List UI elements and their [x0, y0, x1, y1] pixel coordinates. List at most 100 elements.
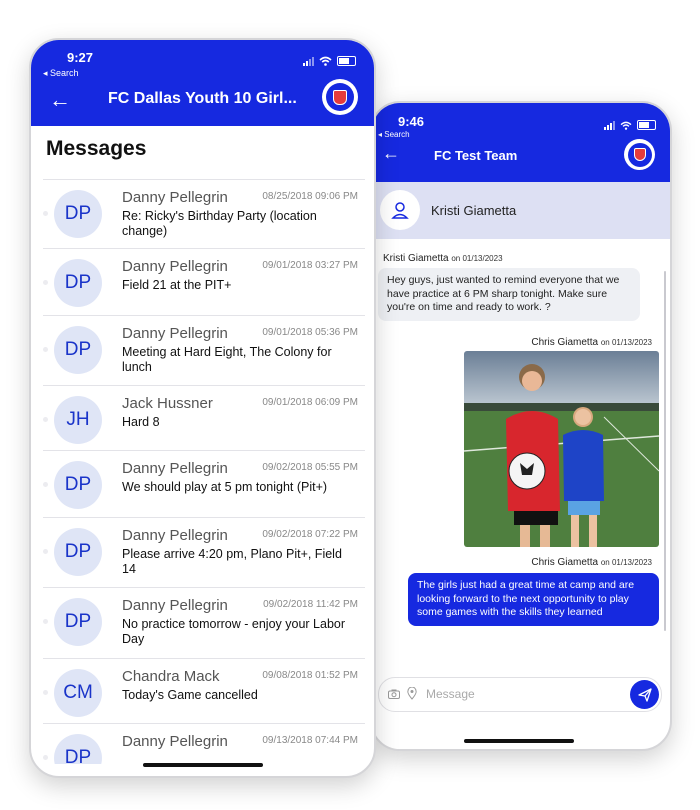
- message-preview: Re: Ricky's Birthday Party (location cha…: [122, 209, 317, 238]
- message-preview: Field 21 at the PIT+: [122, 278, 232, 292]
- message-preview: Today's Game cancelled: [122, 688, 258, 702]
- location-pin-icon[interactable]: [407, 687, 417, 700]
- sender-name: Chandra Mack: [122, 668, 220, 685]
- unread-dot: [43, 211, 48, 216]
- user-icon: [380, 190, 420, 230]
- sender-name: Danny Pellegrin: [122, 733, 228, 750]
- sender-name: Danny Pellegrin: [122, 597, 228, 614]
- message-row[interactable]: DP Danny Pellegrin 08/25/2018 09:06 PM R…: [43, 179, 365, 248]
- back-arrow-icon[interactable]: ←: [49, 87, 71, 113]
- nav-title: FC Dallas Youth 10 Girl...: [108, 90, 297, 107]
- incoming-message-bubble: Hey guys, just wanted to remind everyone…: [378, 268, 640, 321]
- sender-name: Jack Hussner: [122, 395, 213, 412]
- battery-icon: [337, 56, 356, 66]
- avatar: JH: [54, 396, 102, 444]
- unread-dot: [43, 417, 48, 422]
- message-preview: Meeting at Hard Eight, The Colony for lu…: [122, 345, 332, 374]
- status-icons: [303, 56, 356, 66]
- status-time: 9:46: [398, 114, 425, 129]
- message-timestamp: 09/01/2018 06:09 PM: [262, 397, 358, 408]
- avatar: DP: [54, 190, 102, 238]
- chat-date: on 01/13/2023: [600, 558, 652, 567]
- message-row[interactable]: DP Danny Pellegrin 09/01/2018 05:36 PM M…: [43, 315, 365, 385]
- contact-name: Kristi Giametta: [431, 203, 517, 218]
- team-logo-icon[interactable]: [624, 139, 655, 170]
- status-time: 9:27: [67, 50, 94, 65]
- nav-header: 9:27 ◂ Search ← FC Dallas Youth 10 Girl.…: [31, 40, 374, 126]
- unread-dot: [43, 755, 48, 760]
- message-timestamp: 09/01/2018 03:27 PM: [262, 260, 358, 271]
- signal-icon: [604, 120, 615, 130]
- battery-icon: [637, 120, 656, 130]
- unread-dot: [43, 549, 48, 554]
- message-meta: Chris Giametta on 01/13/2023: [531, 557, 652, 568]
- wifi-icon: [319, 56, 332, 66]
- left-phone: 9:27 ◂ Search ← FC Dallas Youth 10 Girl.…: [29, 38, 376, 778]
- message-input[interactable]: Message: [426, 687, 475, 701]
- right-phone: 9:46 ◂ Search ← FC Test Team Kristi Giam…: [370, 101, 672, 751]
- send-icon: [637, 687, 652, 702]
- message-timestamp: 09/01/2018 05:36 PM: [262, 327, 358, 338]
- message-meta: Chris Giametta on 01/13/2023: [531, 337, 652, 348]
- sender-name: Danny Pellegrin: [122, 189, 228, 206]
- chat-sender: Chris Giametta: [531, 557, 599, 568]
- page-title: Messages: [46, 137, 147, 160]
- message-timestamp: 09/08/2018 01:52 PM: [262, 670, 358, 681]
- message-row[interactable]: DP Danny Pellegrin 09/02/2018 05:55 PM W…: [43, 450, 365, 517]
- message-row[interactable]: JH Jack Hussner 09/01/2018 06:09 PM Hard…: [43, 385, 365, 450]
- status-icons: [604, 120, 656, 130]
- back-to-search-link[interactable]: ◂ Search: [43, 68, 79, 79]
- chat-scrollbar[interactable]: [664, 271, 666, 631]
- avatar: DP: [54, 734, 102, 764]
- avatar: DP: [54, 461, 102, 509]
- message-preview: Please arrive 4:20 pm, Plano Pit+, Field…: [122, 547, 342, 576]
- chat-sender: Kristi Giametta: [383, 253, 449, 264]
- avatar: DP: [54, 528, 102, 576]
- message-timestamp: 09/02/2018 11:42 PM: [263, 599, 358, 610]
- message-timestamp: 09/13/2018 07:44 PM: [262, 735, 358, 746]
- signal-icon: [303, 56, 314, 66]
- home-indicator: [143, 763, 263, 767]
- message-row[interactable]: DP Danny Pellegrin 09/02/2018 07:22 PM P…: [43, 517, 365, 587]
- unread-dot: [43, 482, 48, 487]
- sender-name: Danny Pellegrin: [122, 258, 228, 275]
- message-timestamp: 08/25/2018 09:06 PM: [262, 191, 358, 202]
- unread-dot: [43, 619, 48, 624]
- chat-sender: Chris Giametta: [531, 337, 599, 348]
- send-button[interactable]: [630, 680, 659, 709]
- message-row[interactable]: DP Danny Pellegrin 09/02/2018 11:42 PM N…: [43, 587, 365, 658]
- sender-name: Danny Pellegrin: [122, 460, 228, 477]
- avatar: DP: [54, 326, 102, 374]
- message-preview: We should play at 5 pm tonight (Pit+): [122, 480, 328, 494]
- shared-photo[interactable]: [464, 351, 659, 547]
- message-preview: Hard 8: [122, 415, 160, 429]
- back-arrow-icon[interactable]: ←: [382, 143, 400, 164]
- home-indicator: [464, 739, 574, 743]
- message-composer[interactable]: Message: [378, 677, 662, 712]
- team-logo-icon[interactable]: [322, 79, 358, 115]
- message-preview: No practice tomorrow - enjoy your Labor …: [122, 617, 346, 646]
- sender-name: Danny Pellegrin: [122, 527, 228, 544]
- message-row[interactable]: DP Danny Pellegrin 09/01/2018 03:27 PM F…: [43, 248, 365, 315]
- back-to-search-link[interactable]: ◂ Search: [378, 130, 410, 139]
- nav-header: 9:46 ◂ Search ← FC Test Team: [372, 103, 670, 182]
- chat-contact-header[interactable]: Kristi Giametta: [372, 182, 670, 239]
- sender-name: Danny Pellegrin: [122, 325, 228, 342]
- wifi-icon: [620, 121, 632, 130]
- message-row[interactable]: CM Chandra Mack 09/08/2018 01:52 PM Toda…: [43, 658, 365, 723]
- camera-icon[interactable]: [388, 689, 400, 699]
- avatar: DP: [54, 259, 102, 307]
- outgoing-message-bubble: The girls just had a great time at camp …: [408, 573, 659, 626]
- message-meta: Kristi Giametta on 01/13/2023: [383, 253, 503, 264]
- unread-dot: [43, 280, 48, 285]
- unread-dot: [43, 347, 48, 352]
- message-timestamp: 09/02/2018 07:22 PM: [262, 529, 358, 540]
- message-timestamp: 09/02/2018 05:55 PM: [262, 462, 358, 473]
- message-row[interactable]: DP Danny Pellegrin 09/13/2018 07:44 PM: [43, 723, 365, 764]
- nav-title: FC Test Team: [434, 148, 518, 163]
- chat-date: on 01/13/2023: [600, 338, 652, 347]
- message-list: DP Danny Pellegrin 08/25/2018 09:06 PM R…: [43, 179, 365, 764]
- avatar: CM: [54, 669, 102, 717]
- chat-date: on 01/13/2023: [451, 254, 503, 263]
- unread-dot: [43, 690, 48, 695]
